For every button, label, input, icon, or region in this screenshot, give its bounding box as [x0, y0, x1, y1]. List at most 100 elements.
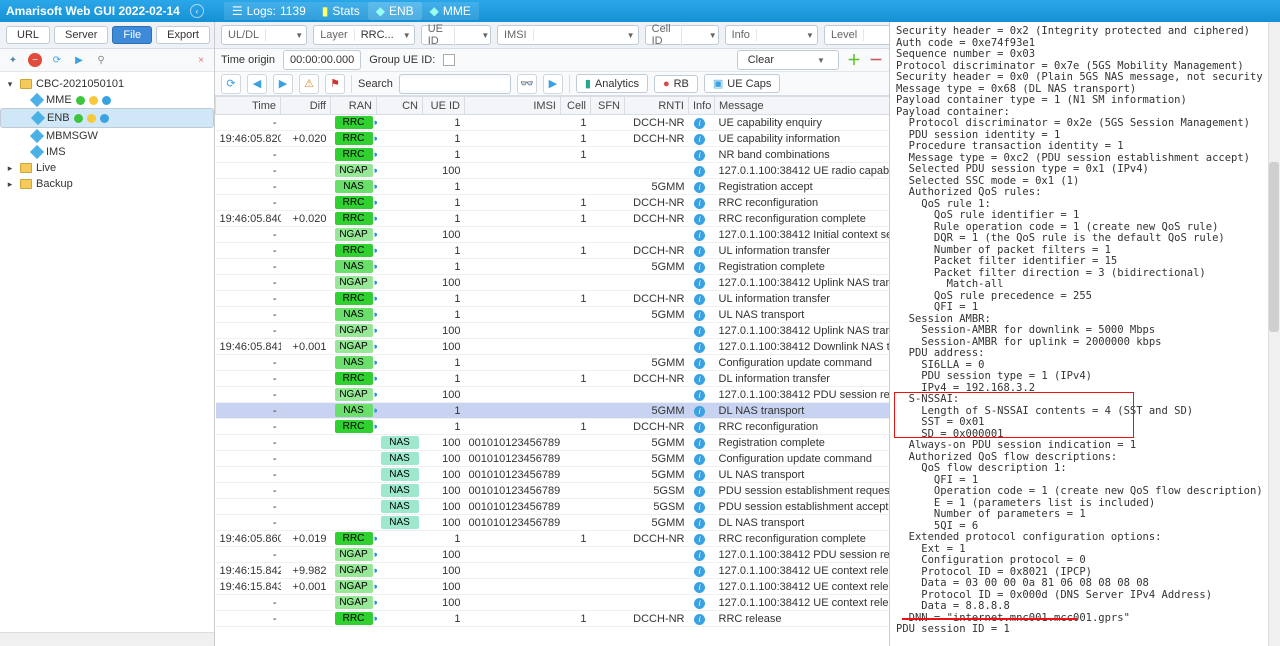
play-icon[interactable]: ▶	[72, 53, 86, 67]
info-icon[interactable]: i	[694, 182, 705, 193]
col-ran[interactable]: RAN	[331, 97, 377, 115]
table-row[interactable]: 19:46:05.840+0.020RRC▸11DCCH-NRiRRC reco…	[216, 211, 890, 227]
search-next-icon[interactable]: ▶	[543, 74, 563, 94]
vscroll-thumb[interactable]	[1269, 162, 1279, 332]
chevron-down-icon[interactable]: ▾	[4, 79, 16, 90]
table-row[interactable]: -RRC▸11DCCH-NRiUL information transfer	[216, 291, 890, 307]
info-icon[interactable]: i	[694, 118, 705, 129]
table-row[interactable]: -RRC▸11DCCH-NRiUE capability enquiry	[216, 115, 890, 131]
search-input[interactable]	[399, 74, 511, 94]
info-icon[interactable]: i	[694, 262, 705, 273]
table-row[interactable]: -RRC▸11DCCH-NRiRRC reconfiguration	[216, 195, 890, 211]
col-imsi[interactable]: IMSI	[465, 97, 561, 115]
info-icon[interactable]: i	[694, 214, 705, 225]
info-icon[interactable]: i	[694, 166, 705, 177]
close-icon[interactable]: ×	[194, 53, 208, 67]
col-sfn[interactable]: SFN	[591, 97, 625, 115]
table-row[interactable]: -NGAP▸100i127.0.1.100:38412 UE context r…	[216, 595, 890, 611]
filter-info[interactable]: Info▼	[725, 25, 818, 45]
info-icon[interactable]: i	[694, 566, 705, 577]
filter-imsi[interactable]: IMSI▼	[497, 25, 639, 45]
log-table[interactable]: Time Diff RAN CN UE ID IMSI Cell SFN RNT…	[215, 96, 889, 646]
info-icon[interactable]: i	[694, 150, 705, 161]
col-info[interactable]: Info	[689, 97, 715, 115]
detail-text[interactable]: Security header = 0x2 (Integrity protect…	[890, 22, 1280, 640]
info-icon[interactable]: i	[694, 198, 705, 209]
table-row[interactable]: -NGAP▸100i127.0.1.100:38412 Initial cont…	[216, 227, 890, 243]
table-row[interactable]: -NAS1000010101234567895GMMiUL NAS transp…	[216, 467, 890, 483]
tree-node-mme[interactable]: MME	[0, 92, 214, 108]
time-origin-input[interactable]: 00:00:00.000	[283, 50, 361, 70]
info-icon[interactable]: i	[694, 374, 705, 385]
group-ueid-checkbox[interactable]	[443, 54, 455, 66]
tree-root[interactable]: ▾ CBC-2021050101	[0, 76, 214, 92]
tree-live[interactable]: ▸ Live	[0, 160, 214, 176]
clear-button[interactable]: Clear▼	[737, 50, 839, 70]
nav-stats[interactable]: ▮ Stats	[314, 2, 368, 20]
info-icon[interactable]: i	[694, 550, 705, 561]
col-rnti[interactable]: RNTI	[625, 97, 689, 115]
export-button[interactable]: Export	[156, 26, 210, 44]
tab-server[interactable]: Server	[54, 26, 108, 44]
table-row[interactable]: -NAS▸15GMMiConfiguration update command	[216, 355, 890, 371]
tree-node-ims[interactable]: IMS	[0, 144, 214, 160]
table-row[interactable]: 19:46:05.841+0.001NGAP▸100i127.0.1.100:3…	[216, 339, 890, 355]
filter-level[interactable]: Level▼	[824, 25, 890, 45]
nav-next-icon[interactable]: ▶	[273, 74, 293, 94]
info-icon[interactable]: i	[694, 486, 705, 497]
vscrollbar[interactable]	[1268, 22, 1280, 646]
info-icon[interactable]: i	[694, 518, 705, 529]
table-row[interactable]: -NGAP▸100i127.0.1.100:38412 Uplink NAS t…	[216, 275, 890, 291]
table-row[interactable]: -RRC▸11DCCH-NRiUL information transfer	[216, 243, 890, 259]
refresh-icon[interactable]: ⟳	[50, 53, 64, 67]
table-row[interactable]: -NAS1000010101234567895GSMiPDU session e…	[216, 483, 890, 499]
col-time[interactable]: Time	[216, 97, 281, 115]
info-icon[interactable]: i	[694, 294, 705, 305]
info-icon[interactable]: i	[694, 470, 705, 481]
table-row[interactable]: 19:46:05.860+0.019RRC▸11DCCH-NRiRRC reco…	[216, 531, 890, 547]
info-icon[interactable]: i	[694, 614, 705, 625]
col-message[interactable]: Message	[715, 97, 890, 115]
add-icon[interactable]: ＋	[847, 50, 861, 70]
table-row[interactable]: 19:46:15.843+0.001NGAP▸100i127.0.1.100:3…	[216, 579, 890, 595]
filter-ueid[interactable]: UE ID▼	[421, 25, 491, 45]
warning-icon[interactable]: ⚠	[299, 74, 319, 94]
collapse-left-icon[interactable]: ‹	[190, 4, 204, 18]
table-row[interactable]: -NGAP▸100i127.0.1.100:38412 PDU session …	[216, 387, 890, 403]
tree-backup[interactable]: ▸ Backup	[0, 176, 214, 192]
info-icon[interactable]: i	[694, 438, 705, 449]
table-row[interactable]: -NAS▸15GMMiRegistration accept	[216, 179, 890, 195]
table-row[interactable]: -NGAP▸100i127.0.1.100:38412 UE radio cap…	[216, 163, 890, 179]
flag-icon[interactable]: ⚑	[325, 74, 345, 94]
info-icon[interactable]: i	[694, 278, 705, 289]
info-icon[interactable]: i	[694, 310, 705, 321]
info-icon[interactable]: i	[694, 230, 705, 241]
chevron-right-icon[interactable]: ▸	[4, 163, 16, 174]
table-row[interactable]: -NAS1000010101234567895GSMiPDU session e…	[216, 499, 890, 515]
table-row[interactable]: -NAS1000010101234567895GMMiRegistration …	[216, 435, 890, 451]
table-row[interactable]: -NGAP▸100i127.0.1.100:38412 Uplink NAS t…	[216, 323, 890, 339]
wand-icon[interactable]: ✦	[6, 53, 20, 67]
info-icon[interactable]: i	[694, 534, 705, 545]
refresh-icon[interactable]: ⟳	[221, 74, 241, 94]
tab-url[interactable]: URL	[6, 26, 50, 44]
table-row[interactable]: -RRC▸11DCCH-NRiRRC reconfiguration	[216, 419, 890, 435]
info-icon[interactable]: i	[694, 502, 705, 513]
uecaps-button[interactable]: ▣UE Caps	[704, 74, 780, 93]
tree-node-mbmsgw[interactable]: MBMSGW	[0, 128, 214, 144]
col-diff[interactable]: Diff	[281, 97, 331, 115]
table-row[interactable]: -NGAP▸100i127.0.1.100:38412 PDU session …	[216, 547, 890, 563]
col-cell[interactable]: Cell	[561, 97, 591, 115]
filter-cellid[interactable]: Cell ID▼	[645, 25, 719, 45]
filter-icon[interactable]: ⚲	[94, 53, 108, 67]
table-row[interactable]: -RRC▸11DCCH-NRiDL information transfer	[216, 371, 890, 387]
table-row[interactable]: -NAS1000010101234567895GMMiConfiguration…	[216, 451, 890, 467]
info-icon[interactable]: i	[694, 390, 705, 401]
table-row[interactable]: -NAS▸15GMMiUL NAS transport	[216, 307, 890, 323]
binoculars-icon[interactable]: 👓	[517, 74, 537, 94]
stop-icon[interactable]: −	[28, 53, 42, 67]
filter-uldl[interactable]: UL/DL▼	[221, 25, 307, 45]
info-icon[interactable]: i	[694, 134, 705, 145]
table-row[interactable]: -NAS1000010101234567895GMMiDL NAS transp…	[216, 515, 890, 531]
table-row[interactable]: -NAS▸15GMMiRegistration complete	[216, 259, 890, 275]
